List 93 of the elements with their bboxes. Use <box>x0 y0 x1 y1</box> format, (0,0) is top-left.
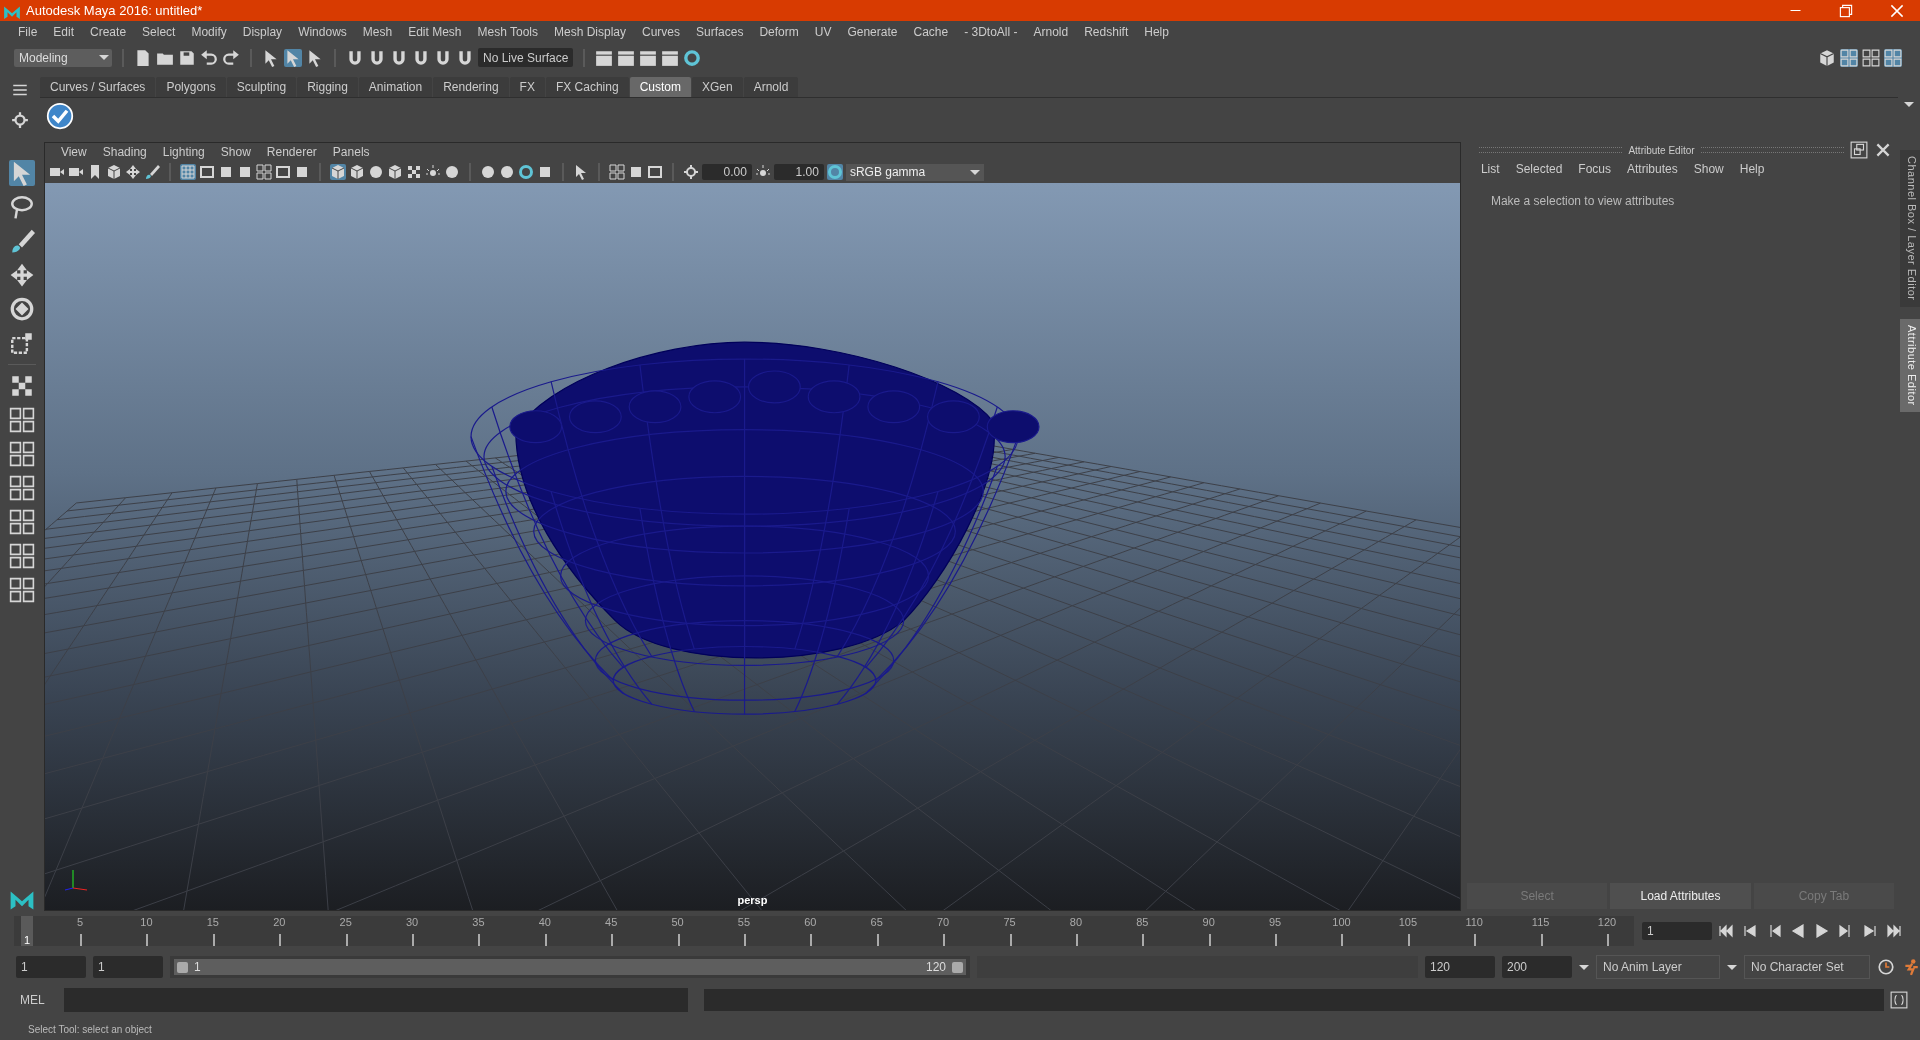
menu-item[interactable]: Modify <box>183 24 235 39</box>
frame-number: 75 <box>1003 916 1016 929</box>
menu-item[interactable]: Select <box>134 24 184 39</box>
shelf-tab[interactable]: FX <box>509 76 545 97</box>
attribute-button[interactable]: Load Attributes <box>1610 882 1751 909</box>
frame-number: 95 <box>1268 916 1282 929</box>
menu-item[interactable]: Windows <box>290 24 355 39</box>
range-start-label: 1 <box>194 960 201 975</box>
menu-item[interactable]: Create <box>82 24 135 39</box>
help-line: Select Tool: select an object <box>27 1022 153 1037</box>
menu-item[interactable]: Show <box>1685 162 1732 177</box>
menu-item[interactable]: Mesh Tools <box>469 24 546 39</box>
frame-number: 10 <box>140 916 153 929</box>
frame-number: 45 <box>605 916 618 929</box>
playback-start-field[interactable]: 1 <box>93 956 163 979</box>
time-slider[interactable]: 5 10 15 20 25 30 35 40 45 50 55 60 65 70 75 80 85 90 95 100 105 110 115 120 1 <box>14 916 1634 947</box>
frame-number: 85 <box>1136 916 1149 929</box>
menu-item[interactable]: Surfaces <box>688 24 752 39</box>
frame-number: 80 <box>1069 916 1083 929</box>
shelf-tab[interactable]: Curves / Surfaces <box>40 76 156 97</box>
playback-end-field[interactable]: 120 <box>1425 956 1495 979</box>
character-set-dropdown[interactable]: No Character Set <box>1744 955 1870 980</box>
frame-number: 55 <box>737 916 751 929</box>
window-title: Autodesk Maya 2016: untitled* <box>26 3 203 18</box>
frame-number: 100 <box>1332 916 1351 929</box>
side-tab[interactable]: Attribute Editor <box>1900 318 1920 412</box>
menu-item[interactable]: Edit Mesh <box>400 24 470 39</box>
side-tab[interactable]: Channel Box / Layer Editor <box>1900 150 1920 307</box>
frame-number: 30 <box>405 916 419 929</box>
menu-item[interactable]: Show <box>212 145 259 160</box>
menu-item[interactable]: Shading <box>94 145 155 160</box>
frame-number: 15 <box>206 916 219 929</box>
menu-item[interactable]: - 3DtoAll - <box>956 24 1026 39</box>
frame-number: 50 <box>671 916 684 929</box>
menu-item[interactable]: Edit <box>45 24 83 39</box>
menu-item[interactable]: Help <box>1136 24 1177 39</box>
frame-number: 20 <box>273 916 286 929</box>
menu-item[interactable]: Deform <box>751 24 807 39</box>
frame-number: 40 <box>538 916 551 929</box>
shelf-tab[interactable]: XGen <box>691 76 743 97</box>
start-frame-field[interactable]: 1 <box>16 956 86 979</box>
empty-message: Make a selection to view attributes <box>1489 193 1676 209</box>
frame-number: 60 <box>804 916 817 929</box>
menu-item[interactable]: Renderer <box>258 145 325 160</box>
camera-name: persp <box>737 893 768 906</box>
menu-item[interactable]: View <box>52 145 95 160</box>
shelf-tab[interactable]: Animation <box>358 76 433 97</box>
anim-layer-dropdown[interactable]: No Anim Layer <box>1596 955 1720 980</box>
end-frame-field[interactable]: 200 <box>1502 956 1572 979</box>
range-end-label: 120 <box>925 960 946 975</box>
gamma-field[interactable]: 1.00 <box>773 164 824 181</box>
menu-item[interactable]: UV <box>806 24 840 39</box>
frame-number: 25 <box>339 916 352 929</box>
shelf-tab[interactable]: Polygons <box>156 76 226 97</box>
shelf-tab[interactable]: Rendering <box>433 76 509 97</box>
color-space-dropdown[interactable]: sRGB gamma <box>845 163 984 181</box>
menu-item[interactable]: Lighting <box>154 145 213 160</box>
menu-item[interactable]: Generate <box>839 24 906 39</box>
command-language-label[interactable]: MEL <box>20 993 58 1008</box>
menu-item[interactable]: Curves <box>634 24 689 39</box>
menu-item[interactable]: Mesh Display <box>546 24 635 39</box>
frame-number: 35 <box>472 916 485 929</box>
menu-item[interactable]: Redshift <box>1076 24 1137 39</box>
menu-item[interactable]: Panels <box>324 145 378 160</box>
menu-item[interactable]: Arnold <box>1025 24 1077 39</box>
shelf-tab[interactable]: FX Caching <box>545 76 629 97</box>
menu-item[interactable]: Selected <box>1507 162 1571 177</box>
live-surface-field[interactable]: No Live Surface <box>478 48 574 68</box>
frame-number: 90 <box>1202 916 1215 929</box>
menu-item[interactable]: Help <box>1731 162 1773 177</box>
shelf-tab[interactable]: Rigging <box>297 76 358 97</box>
panel-title: Attribute Editor <box>1628 144 1695 156</box>
frame-number: 65 <box>870 916 883 929</box>
menu-item[interactable]: Display <box>234 24 291 39</box>
current-frame-field[interactable]: 1 <box>1642 922 1712 941</box>
exposure-field[interactable]: 0.00 <box>701 164 752 181</box>
shelf-tab[interactable]: Custom <box>629 76 691 97</box>
menu-item[interactable]: Attributes <box>1619 162 1686 177</box>
frame-number: 70 <box>937 916 950 929</box>
frame-number: 110 <box>1465 916 1483 929</box>
menu-item[interactable]: File <box>10 24 46 39</box>
menu-item[interactable]: Focus <box>1570 162 1619 177</box>
shelf-tab[interactable]: Sculpting <box>226 76 297 97</box>
current-frame-marker: 1 <box>21 916 33 947</box>
frame-number: 115 <box>1531 916 1550 929</box>
frame-number: 5 <box>77 916 84 929</box>
mode-dropdown[interactable]: Modeling <box>14 48 112 67</box>
shelf-tab[interactable]: Arnold <box>743 76 799 97</box>
menu-item[interactable]: Mesh <box>354 24 401 39</box>
menu-item[interactable]: Cache <box>905 24 957 39</box>
menu-item[interactable]: List <box>1472 162 1508 177</box>
frame-number: 105 <box>1398 916 1417 929</box>
frame-number: 120 <box>1597 916 1617 929</box>
